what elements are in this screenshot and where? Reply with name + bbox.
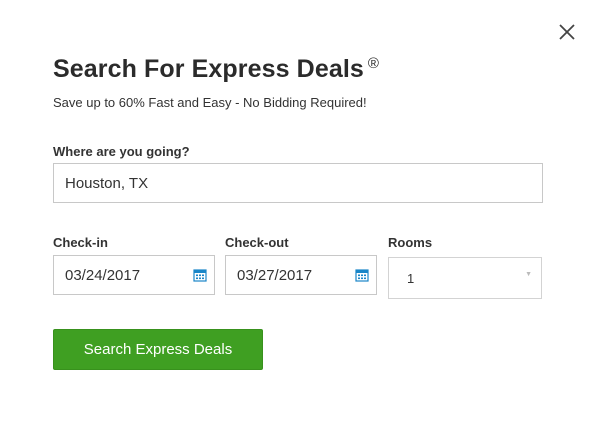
search-express-deals-button[interactable]: Search Express Deals bbox=[53, 329, 263, 370]
destination-value: Houston, TX bbox=[65, 174, 149, 192]
checkout-label: Check-out bbox=[225, 235, 289, 250]
rooms-select[interactable]: 1 ▼ bbox=[388, 257, 542, 299]
modal-title: Search For Express Deals ® bbox=[53, 55, 379, 84]
checkout-value: 03/27/2017 bbox=[237, 266, 313, 284]
checkin-label: Check-in bbox=[53, 235, 108, 250]
registered-mark: ® bbox=[367, 55, 380, 72]
checkout-input[interactable]: 03/27/2017 bbox=[225, 255, 377, 295]
chevron-down-icon: ▼ bbox=[525, 271, 532, 278]
destination-input[interactable]: Houston, TX bbox=[53, 163, 543, 203]
rooms-label: Rooms bbox=[388, 235, 433, 250]
express-deals-modal: Search For Express Deals ® Save up to 60%… bbox=[0, 0, 594, 425]
destination-label: Where are you going? bbox=[53, 144, 190, 159]
calendar-icon[interactable] bbox=[355, 268, 369, 282]
close-icon[interactable] bbox=[557, 22, 577, 42]
modal-subtitle: Save up to 60% Fast and Easy - No Biddin… bbox=[53, 95, 367, 110]
calendar-icon[interactable] bbox=[193, 268, 207, 282]
checkin-input[interactable]: 03/24/2017 bbox=[53, 255, 215, 295]
rooms-value: 1 bbox=[407, 270, 415, 286]
modal-title-text: Search For Express Deals bbox=[53, 55, 364, 83]
checkin-value: 03/24/2017 bbox=[65, 266, 141, 284]
